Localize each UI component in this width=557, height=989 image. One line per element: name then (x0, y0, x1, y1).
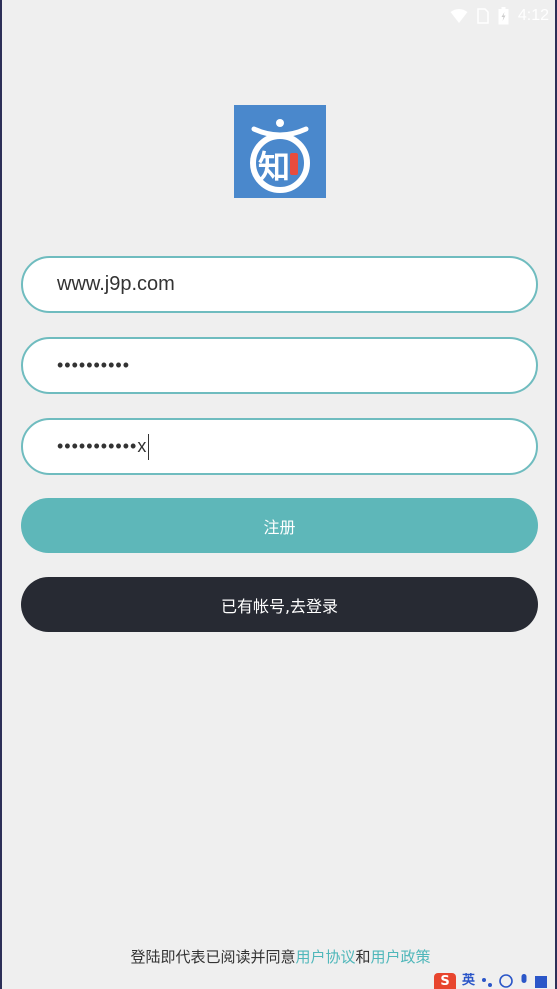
microphone-icon[interactable] (519, 974, 529, 988)
status-bar: 4:12 (2, 0, 557, 32)
ime-toolbar: S 英 (434, 973, 557, 989)
go-to-login-button-label: 已有帐号,去登录 (220, 596, 339, 616)
punctuation-icon[interactable] (481, 974, 493, 988)
username-value: www.j9p.com (57, 273, 175, 295)
app-window: 4:12 知 www.j9p.com •••••••••• ••••••••••… (0, 0, 557, 989)
agreement-prefix: 登陆即代表已阅读并同意 (130, 948, 296, 966)
confirm-password-value: •••••••••••x (57, 436, 148, 456)
wifi-icon (450, 9, 468, 23)
status-icons: 4:12 (450, 6, 549, 26)
agreement-text: 登陆即代表已阅读并同意用户协议和用户政策 (2, 946, 557, 967)
keyboard-icon[interactable] (535, 974, 548, 988)
sogou-logo-icon[interactable]: S (434, 973, 456, 989)
emoji-icon[interactable] (499, 974, 513, 988)
user-agreement-link[interactable]: 用户协议 (295, 948, 355, 966)
text-cursor (148, 433, 150, 460)
user-policy-link[interactable]: 用户政策 (371, 948, 431, 966)
agreement-joiner: 和 (355, 948, 371, 966)
app-logo: 知 (234, 105, 326, 198)
battery-icon (498, 7, 509, 25)
confirm-password-input[interactable]: •••••••••••x (21, 418, 538, 475)
password-input[interactable]: •••••••••• (21, 337, 538, 394)
password-value: •••••••••• (57, 355, 131, 375)
logo-glyph: 知 (258, 148, 290, 186)
register-button-label: 注册 (263, 517, 296, 537)
ime-mode-toggle[interactable]: 英 (462, 973, 475, 989)
go-to-login-button[interactable]: 已有帐号,去登录 (21, 577, 538, 632)
app-logo-icon: 知 (250, 119, 310, 193)
status-time: 4:12 (517, 7, 549, 24)
register-button[interactable]: 注册 (21, 498, 538, 553)
username-input[interactable]: www.j9p.com (21, 256, 538, 313)
sim-icon (477, 8, 489, 24)
